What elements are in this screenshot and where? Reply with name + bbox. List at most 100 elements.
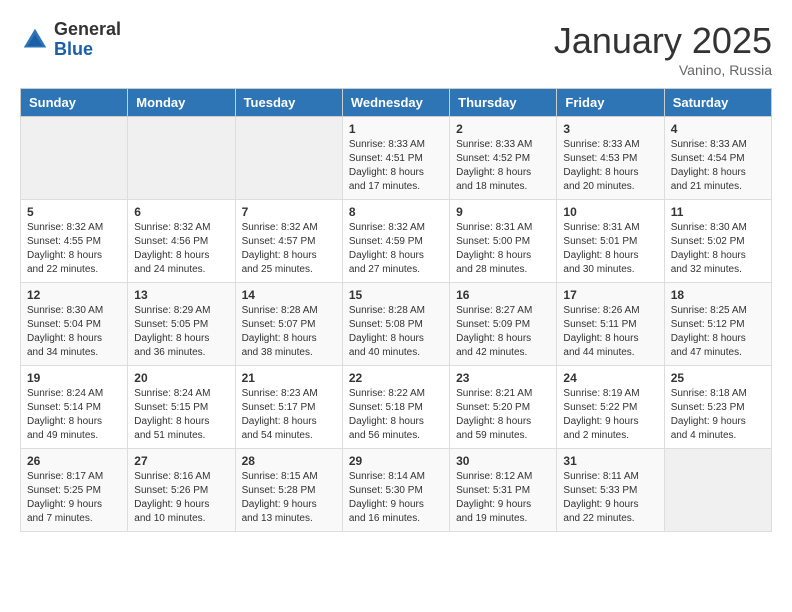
day-number: 7 bbox=[242, 205, 336, 219]
day-number: 14 bbox=[242, 288, 336, 302]
calendar-cell: 11Sunrise: 8:30 AM Sunset: 5:02 PM Dayli… bbox=[664, 200, 771, 283]
calendar-cell: 10 Sunrise: 8:31 AM Sunset: 5:01 PM Dayli… bbox=[557, 200, 664, 283]
day-number: 17 bbox=[563, 288, 657, 302]
calendar-week-row: 19 Sunrise: 8:24 AM Sunset: 5:14 PM Dayli… bbox=[21, 366, 772, 449]
calendar-cell: 30Sunrise: 8:12 AM Sunset: 5:31 PM Dayli… bbox=[450, 449, 557, 532]
day-number: 31 bbox=[563, 454, 657, 468]
calendar-week-row: 12Sunrise: 8:30 AM Sunset: 5:04 PM Dayli… bbox=[21, 283, 772, 366]
month-title: January 2025 bbox=[554, 20, 772, 62]
location-text: Vanino, Russia bbox=[554, 62, 772, 78]
day-info: Sunrise: 8:30 AM Sunset: 5:02 PM Dayligh… bbox=[671, 221, 765, 277]
calendar-week-row: 26 Sunrise: 8:17 AM Sunset: 5:25 PM Dayli… bbox=[21, 449, 772, 532]
calendar-cell: 18Sunrise: 8:25 AM Sunset: 5:12 PM Dayli… bbox=[664, 283, 771, 366]
day-number: 9 bbox=[456, 205, 550, 219]
day-number: 27 bbox=[134, 454, 228, 468]
calendar-cell: 16 Sunrise: 8:27 AM Sunset: 5:09 PM Dayli… bbox=[450, 283, 557, 366]
calendar-cell bbox=[128, 117, 235, 200]
day-number: 15 bbox=[349, 288, 443, 302]
calendar-cell: 15 Sunrise: 8:28 AM Sunset: 5:08 PM Dayli… bbox=[342, 283, 449, 366]
calendar-cell: 14 Sunrise: 8:28 AM Sunset: 5:07 PM Dayli… bbox=[235, 283, 342, 366]
calendar-cell: 22Sunrise: 8:22 AM Sunset: 5:18 PM Dayli… bbox=[342, 366, 449, 449]
calendar-cell: 31 Sunrise: 8:11 AM Sunset: 5:33 PM Dayli… bbox=[557, 449, 664, 532]
calendar-cell: 1Sunrise: 8:33 AM Sunset: 4:51 PM Daylig… bbox=[342, 117, 449, 200]
day-info: Sunrise: 8:31 AM Sunset: 5:00 PM Dayligh… bbox=[456, 221, 550, 277]
logo-text: General Blue bbox=[54, 20, 121, 60]
day-info: Sunrise: 8:31 AM Sunset: 5:01 PM Dayligh… bbox=[563, 221, 657, 277]
day-info: Sunrise: 8:32 AM Sunset: 4:57 PM Dayligh… bbox=[242, 221, 336, 277]
calendar-cell: 6Sunrise: 8:32 AM Sunset: 4:56 PM Daylig… bbox=[128, 200, 235, 283]
day-info: Sunrise: 8:14 AM Sunset: 5:30 PM Dayligh… bbox=[349, 470, 443, 526]
day-number: 4 bbox=[671, 122, 765, 136]
weekday-header-friday: Friday bbox=[557, 89, 664, 117]
day-number: 16 bbox=[456, 288, 550, 302]
page-header: General Blue January 2025 Vanino, Russia bbox=[20, 20, 772, 78]
calendar-cell: 26 Sunrise: 8:17 AM Sunset: 5:25 PM Dayli… bbox=[21, 449, 128, 532]
day-number: 2 bbox=[456, 122, 550, 136]
calendar-cell bbox=[664, 449, 771, 532]
day-number: 24 bbox=[563, 371, 657, 385]
weekday-header-monday: Monday bbox=[128, 89, 235, 117]
weekday-header-tuesday: Tuesday bbox=[235, 89, 342, 117]
day-number: 10 bbox=[563, 205, 657, 219]
weekday-header-saturday: Saturday bbox=[664, 89, 771, 117]
calendar-cell: 29 Sunrise: 8:14 AM Sunset: 5:30 PM Dayli… bbox=[342, 449, 449, 532]
day-info: Sunrise: 8:15 AM Sunset: 5:28 PM Dayligh… bbox=[242, 470, 336, 526]
day-number: 19 bbox=[27, 371, 121, 385]
day-number: 20 bbox=[134, 371, 228, 385]
weekday-header-row: SundayMondayTuesdayWednesdayThursdayFrid… bbox=[21, 89, 772, 117]
calendar-cell bbox=[21, 117, 128, 200]
weekday-header-thursday: Thursday bbox=[450, 89, 557, 117]
day-number: 12 bbox=[27, 288, 121, 302]
weekday-header-wednesday: Wednesday bbox=[342, 89, 449, 117]
calendar-cell: 21Sunrise: 8:23 AM Sunset: 5:17 PM Dayli… bbox=[235, 366, 342, 449]
day-info: Sunrise: 8:33 AM Sunset: 4:54 PM Dayligh… bbox=[671, 138, 765, 194]
calendar-cell: 8 Sunrise: 8:32 AM Sunset: 4:59 PM Daylig… bbox=[342, 200, 449, 283]
day-number: 1 bbox=[349, 122, 443, 136]
calendar-cell: 4 Sunrise: 8:33 AM Sunset: 4:54 PM Daylig… bbox=[664, 117, 771, 200]
day-info: Sunrise: 8:24 AM Sunset: 5:14 PM Dayligh… bbox=[27, 387, 121, 443]
day-info: Sunrise: 8:32 AM Sunset: 4:59 PM Dayligh… bbox=[349, 221, 443, 277]
day-info: Sunrise: 8:24 AM Sunset: 5:15 PM Dayligh… bbox=[134, 387, 228, 443]
day-info: Sunrise: 8:17 AM Sunset: 5:25 PM Dayligh… bbox=[27, 470, 121, 526]
logo: General Blue bbox=[20, 20, 121, 60]
calendar-week-row: 5Sunrise: 8:32 AM Sunset: 4:55 PM Daylig… bbox=[21, 200, 772, 283]
day-info: Sunrise: 8:19 AM Sunset: 5:22 PM Dayligh… bbox=[563, 387, 657, 443]
calendar-cell: 7 Sunrise: 8:32 AM Sunset: 4:57 PM Daylig… bbox=[235, 200, 342, 283]
day-number: 29 bbox=[349, 454, 443, 468]
calendar-cell: 3Sunrise: 8:33 AM Sunset: 4:53 PM Daylig… bbox=[557, 117, 664, 200]
day-info: Sunrise: 8:33 AM Sunset: 4:52 PM Dayligh… bbox=[456, 138, 550, 194]
calendar-cell: 12Sunrise: 8:30 AM Sunset: 5:04 PM Dayli… bbox=[21, 283, 128, 366]
day-info: Sunrise: 8:28 AM Sunset: 5:07 PM Dayligh… bbox=[242, 304, 336, 360]
day-number: 18 bbox=[671, 288, 765, 302]
logo-blue-text: Blue bbox=[54, 40, 121, 60]
calendar-week-row: 1Sunrise: 8:33 AM Sunset: 4:51 PM Daylig… bbox=[21, 117, 772, 200]
day-number: 21 bbox=[242, 371, 336, 385]
day-info: Sunrise: 8:11 AM Sunset: 5:33 PM Dayligh… bbox=[563, 470, 657, 526]
calendar-header: SundayMondayTuesdayWednesdayThursdayFrid… bbox=[21, 89, 772, 117]
calendar-cell: 19 Sunrise: 8:24 AM Sunset: 5:14 PM Dayli… bbox=[21, 366, 128, 449]
calendar-cell bbox=[235, 117, 342, 200]
day-number: 8 bbox=[349, 205, 443, 219]
day-number: 26 bbox=[27, 454, 121, 468]
day-number: 25 bbox=[671, 371, 765, 385]
day-info: Sunrise: 8:26 AM Sunset: 5:11 PM Dayligh… bbox=[563, 304, 657, 360]
calendar-cell: 5Sunrise: 8:32 AM Sunset: 4:55 PM Daylig… bbox=[21, 200, 128, 283]
day-info: Sunrise: 8:18 AM Sunset: 5:23 PM Dayligh… bbox=[671, 387, 765, 443]
day-info: Sunrise: 8:22 AM Sunset: 5:18 PM Dayligh… bbox=[349, 387, 443, 443]
title-block: January 2025 Vanino, Russia bbox=[554, 20, 772, 78]
day-number: 13 bbox=[134, 288, 228, 302]
logo-general-text: General bbox=[54, 20, 121, 40]
calendar-cell: 27 Sunrise: 8:16 AM Sunset: 5:26 PM Dayli… bbox=[128, 449, 235, 532]
day-info: Sunrise: 8:32 AM Sunset: 4:55 PM Dayligh… bbox=[27, 221, 121, 277]
day-info: Sunrise: 8:28 AM Sunset: 5:08 PM Dayligh… bbox=[349, 304, 443, 360]
weekday-header-sunday: Sunday bbox=[21, 89, 128, 117]
calendar-cell: 20 Sunrise: 8:24 AM Sunset: 5:15 PM Dayli… bbox=[128, 366, 235, 449]
day-info: Sunrise: 8:21 AM Sunset: 5:20 PM Dayligh… bbox=[456, 387, 550, 443]
day-info: Sunrise: 8:27 AM Sunset: 5:09 PM Dayligh… bbox=[456, 304, 550, 360]
calendar-cell: 2 Sunrise: 8:33 AM Sunset: 4:52 PM Daylig… bbox=[450, 117, 557, 200]
calendar-table: SundayMondayTuesdayWednesdayThursdayFrid… bbox=[20, 88, 772, 532]
calendar-cell: 17 Sunrise: 8:26 AM Sunset: 5:11 PM Dayli… bbox=[557, 283, 664, 366]
day-info: Sunrise: 8:16 AM Sunset: 5:26 PM Dayligh… bbox=[134, 470, 228, 526]
calendar-cell: 28Sunrise: 8:15 AM Sunset: 5:28 PM Dayli… bbox=[235, 449, 342, 532]
logo-icon bbox=[20, 25, 50, 55]
